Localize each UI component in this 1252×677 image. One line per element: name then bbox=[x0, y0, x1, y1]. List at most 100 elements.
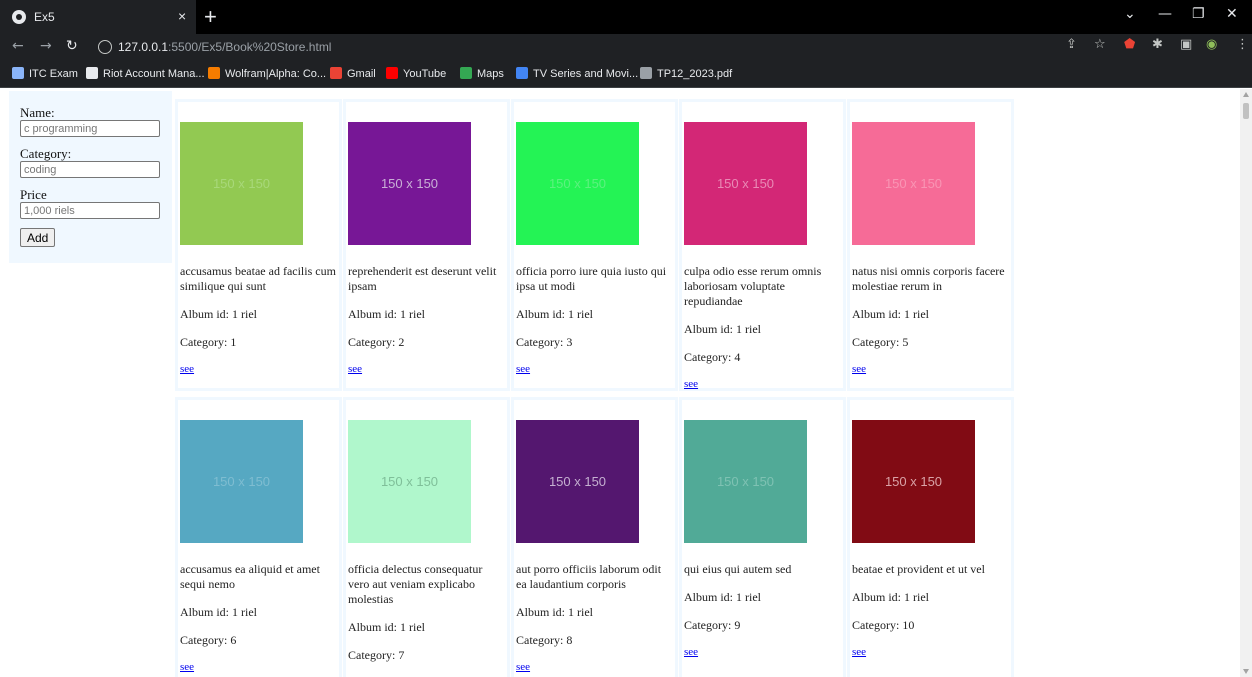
extensions-puzzle-icon[interactable]: ✱ bbox=[1152, 37, 1163, 52]
share-icon[interactable]: ⇪ bbox=[1066, 37, 1077, 52]
bookmarks-bar: ITC Exam Riot Account Mana... Wolfram|Al… bbox=[0, 62, 1252, 88]
book-title: accusamus ea aliquid et amet sequi nemo bbox=[180, 562, 320, 591]
bookmark-item[interactable]: Wolfram|Alpha: Co... bbox=[208, 67, 326, 83]
category-label: Category: bbox=[20, 146, 72, 161]
book-title: qui eius qui autem sed bbox=[684, 562, 792, 576]
bookmark-item[interactable]: Maps bbox=[460, 67, 504, 83]
bookmark-item[interactable]: Riot Account Mana... bbox=[86, 67, 205, 83]
book-thumbnail: 150 x 150 bbox=[516, 420, 639, 543]
book-thumbnail: 150 x 150 bbox=[180, 122, 303, 245]
book-category: Category: 3 bbox=[516, 335, 573, 349]
reload-icon[interactable]: ↻ bbox=[66, 38, 78, 54]
bookmark-item[interactable]: ITC Exam bbox=[12, 67, 78, 83]
book-card: 150 x 150 accusamus ea aliquid et amet se… bbox=[175, 397, 342, 677]
book-title: beatae et provident et ut vel bbox=[852, 562, 985, 576]
book-album: Album id: 1 riel bbox=[180, 307, 257, 321]
tab-title: Ex5 bbox=[34, 10, 55, 24]
book-thumbnail: 150 x 150 bbox=[684, 420, 807, 543]
bookmark-favicon-icon bbox=[12, 67, 24, 79]
bookmark-favicon-icon bbox=[330, 67, 342, 79]
see-link[interactable]: see bbox=[180, 661, 337, 673]
category-input[interactable] bbox=[20, 161, 160, 178]
url-text: 127.0.0.1:5500/Ex5/Book%20Store.html bbox=[118, 40, 332, 54]
restore-icon[interactable]: ❐ bbox=[1192, 6, 1205, 22]
add-button[interactable]: Add bbox=[20, 228, 56, 247]
see-link[interactable]: see bbox=[516, 363, 673, 375]
book-title: culpa odio esse rerum omnis laboriosam v… bbox=[684, 264, 822, 308]
book-title: officia porro iure quia iusto qui ipsa u… bbox=[516, 264, 667, 293]
see-link[interactable]: see bbox=[516, 661, 673, 673]
close-window-icon[interactable]: ✕ bbox=[1226, 6, 1238, 22]
name-input[interactable] bbox=[20, 120, 160, 137]
book-card: 150 x 150 culpa odio esse rerum omnis lab… bbox=[679, 99, 846, 391]
bookmark-item[interactable]: YouTube bbox=[386, 67, 446, 83]
profile-avatar[interactable]: ◉ bbox=[1206, 37, 1217, 52]
see-link[interactable]: see bbox=[684, 378, 841, 390]
globe-icon bbox=[12, 10, 26, 24]
book-album: Album id: 1 riel bbox=[180, 605, 257, 619]
bookmark-favicon-icon bbox=[86, 67, 98, 79]
book-title: aut porro officiis laborum odit ea lauda… bbox=[516, 562, 662, 591]
see-link[interactable]: see bbox=[348, 363, 505, 375]
back-icon[interactable]: ← bbox=[12, 38, 24, 54]
book-card: 150 x 150 reprehenderit est deserunt veli… bbox=[343, 99, 510, 391]
book-album: Album id: 1 riel bbox=[516, 307, 593, 321]
book-album: Album id: 1 riel bbox=[684, 322, 761, 336]
book-category: Category: 2 bbox=[348, 335, 405, 349]
book-thumbnail: 150 x 150 bbox=[516, 122, 639, 245]
book-category: Category: 10 bbox=[852, 618, 915, 632]
book-album: Album id: 1 riel bbox=[852, 590, 929, 604]
vertical-scrollbar[interactable] bbox=[1240, 89, 1252, 677]
book-category: Category: 9 bbox=[684, 618, 741, 632]
book-category: Category: 8 bbox=[516, 633, 573, 647]
book-card: 150 x 150 officia porro iure quia iusto q… bbox=[511, 99, 678, 391]
tab-strip: Ex5 × + ⌄ — ❐ ✕ bbox=[0, 0, 1252, 34]
book-album: Album id: 1 riel bbox=[516, 605, 593, 619]
book-thumbnail: 150 x 150 bbox=[852, 420, 975, 543]
bookmark-item[interactable]: TP12_2023.pdf bbox=[640, 67, 732, 83]
book-card: 150 x 150 officia delectus consequatur ve… bbox=[343, 397, 510, 677]
book-thumbnail: 150 x 150 bbox=[852, 122, 975, 245]
scroll-up-icon[interactable] bbox=[1243, 92, 1249, 97]
book-title: officia delectus consequatur vero aut ve… bbox=[348, 562, 483, 606]
book-title: accusamus beatae ad facilis cum similiqu… bbox=[180, 264, 336, 293]
page-viewport: Name: Category: Price Add 150 x 150 accus… bbox=[0, 89, 1252, 677]
see-link[interactable]: see bbox=[852, 646, 1009, 658]
minimize-icon[interactable]: — bbox=[1158, 6, 1172, 22]
book-album: Album id: 1 riel bbox=[852, 307, 929, 321]
bookmark-star-icon[interactable]: ☆ bbox=[1094, 37, 1106, 52]
book-album: Album id: 1 riel bbox=[348, 307, 425, 321]
book-grid: 150 x 150 accusamus beatae ad facilis cum… bbox=[175, 99, 1020, 677]
tab-close-button[interactable]: × bbox=[178, 8, 186, 24]
new-tab-button[interactable]: + bbox=[204, 4, 217, 30]
browser-toolbar: ← → ↻ 127.0.0.1:5500/Ex5/Book%20Store.ht… bbox=[0, 34, 1252, 62]
bookmark-item[interactable]: Gmail bbox=[330, 67, 376, 83]
scrollbar-thumb[interactable] bbox=[1243, 103, 1249, 119]
name-label: Name: bbox=[20, 105, 55, 120]
bookmark-favicon-icon bbox=[460, 67, 472, 79]
bookmark-item[interactable]: TV Series and Movi... bbox=[516, 67, 638, 83]
book-category: Category: 6 bbox=[180, 633, 237, 647]
book-category: Category: 1 bbox=[180, 335, 237, 349]
tab-search-icon[interactable]: ⌄ bbox=[1124, 6, 1136, 22]
see-link[interactable]: see bbox=[180, 363, 337, 375]
pdf-extension-icon[interactable]: ⬟ bbox=[1124, 37, 1135, 52]
menu-kebab-icon[interactable]: ⋮ bbox=[1236, 37, 1249, 52]
site-info-icon[interactable] bbox=[98, 40, 112, 54]
book-thumbnail: 150 x 150 bbox=[180, 420, 303, 543]
book-card: 150 x 150 qui eius qui autem sed Album id:… bbox=[679, 397, 846, 677]
bookmark-favicon-icon bbox=[640, 67, 652, 79]
book-album: Album id: 1 riel bbox=[348, 620, 425, 634]
book-title: reprehenderit est deserunt velit ipsam bbox=[348, 264, 497, 293]
side-panel-icon[interactable]: ▣ bbox=[1180, 37, 1192, 52]
book-card: 150 x 150 aut porro officiis laborum odit… bbox=[511, 397, 678, 677]
scroll-down-icon[interactable] bbox=[1243, 669, 1249, 674]
price-label: Price bbox=[20, 187, 47, 202]
forward-icon[interactable]: → bbox=[40, 38, 52, 54]
tab-ex5[interactable]: Ex5 × bbox=[0, 0, 196, 34]
bookmark-favicon-icon bbox=[516, 67, 528, 79]
see-link[interactable]: see bbox=[684, 646, 841, 658]
price-input[interactable] bbox=[20, 202, 160, 219]
book-card: 150 x 150 accusamus beatae ad facilis cum… bbox=[175, 99, 342, 391]
see-link[interactable]: see bbox=[852, 363, 1009, 375]
